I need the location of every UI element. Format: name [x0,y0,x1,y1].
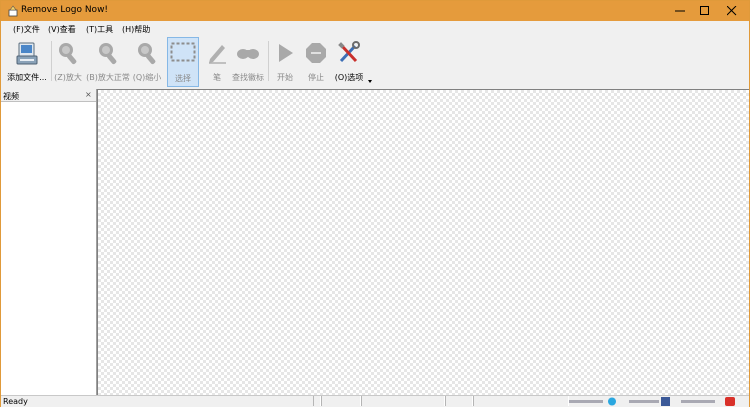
start-label: 开始 [277,73,293,82]
options-tools-icon [338,41,360,63]
zoom-out-button[interactable]: (Q)缩小 [132,37,162,87]
options-label: (O)选项 [334,73,364,82]
close-icon [727,6,737,16]
zoom-out-icon [138,43,156,65]
facebook-icon[interactable] [661,397,671,406]
zoom-normal-button[interactable]: (B)放大正常 [85,37,131,87]
add-file-label: 添加文件... [7,73,47,82]
status-link[interactable] [629,397,659,405]
toolbar: 添加文件... (Z)放大 (B)放大正常 (Q)缩小 选择 笔 查找徽标 开始… [1,36,749,89]
status-cell [361,396,445,406]
status-bar: Ready [1,395,749,407]
pen-label: 笔 [213,73,221,82]
select-rect-icon [170,42,196,62]
status-cell [445,396,473,406]
menu-tools[interactable]: (T)工具 [86,24,113,35]
toolbar-separator [268,41,269,81]
status-cell [313,396,321,406]
find-logo-icon [237,49,259,59]
status-link[interactable] [681,397,715,405]
toolbar-separator [51,41,52,81]
zoom-normal-icon [99,43,117,65]
stop-icon [306,43,326,63]
title-bar[interactable]: Remove Logo Now! [1,1,749,21]
video-pane-header: 视频 × [1,89,96,102]
zoom-in-label: (Z)放大 [54,73,82,82]
stop-button[interactable]: 停止 [302,37,330,87]
app-logo-icon [8,5,18,17]
skype-icon[interactable] [607,397,617,406]
status-text: Ready [3,397,28,406]
zoom-in-button[interactable]: (Z)放大 [53,37,83,87]
preview-canvas[interactable] [97,89,749,395]
status-cell [473,396,569,406]
play-icon [279,44,293,62]
toolbar-overflow-arrow-icon[interactable] [368,80,372,83]
add-file-button[interactable]: 添加文件... [6,37,48,87]
menu-view[interactable]: (V)查看 [48,24,76,35]
stop-label: 停止 [308,73,324,82]
pen-button[interactable]: 笔 [203,37,231,87]
video-pane: 视频 × [1,89,97,395]
status-links [569,396,739,407]
status-cell [321,396,361,406]
close-button[interactable] [715,1,749,21]
add-file-icon [16,42,38,65]
find-logo-button[interactable]: 查找徽标 [231,37,265,87]
zoom-normal-label: (B)放大正常 [86,73,130,82]
video-pane-title: 视频 [3,92,19,101]
menu-help[interactable]: (H)帮助 [122,24,150,35]
maximize-icon [700,6,709,15]
minimize-icon [675,10,685,12]
menu-bar: (F)文件 (V)查看 (T)工具 (H)帮助 [1,21,749,36]
options-button[interactable]: (O)选项 [332,37,366,87]
pane-close-icon[interactable]: × [85,90,92,99]
youtube-icon[interactable] [725,397,735,406]
menu-file[interactable]: (F)文件 [13,24,40,35]
pen-icon [209,45,226,64]
app-window: Remove Logo Now! (F)文件 (V)查看 (T)工具 (H)帮助… [0,0,750,407]
status-link[interactable] [569,397,603,405]
zoom-in-icon [59,43,77,65]
find-logo-label: 查找徽标 [232,73,264,82]
window-title: Remove Logo Now! [21,5,109,15]
zoom-out-label: (Q)缩小 [132,73,162,82]
start-button[interactable]: 开始 [271,37,299,87]
select-button[interactable]: 选择 [167,37,199,87]
select-label: 选择 [175,74,191,83]
